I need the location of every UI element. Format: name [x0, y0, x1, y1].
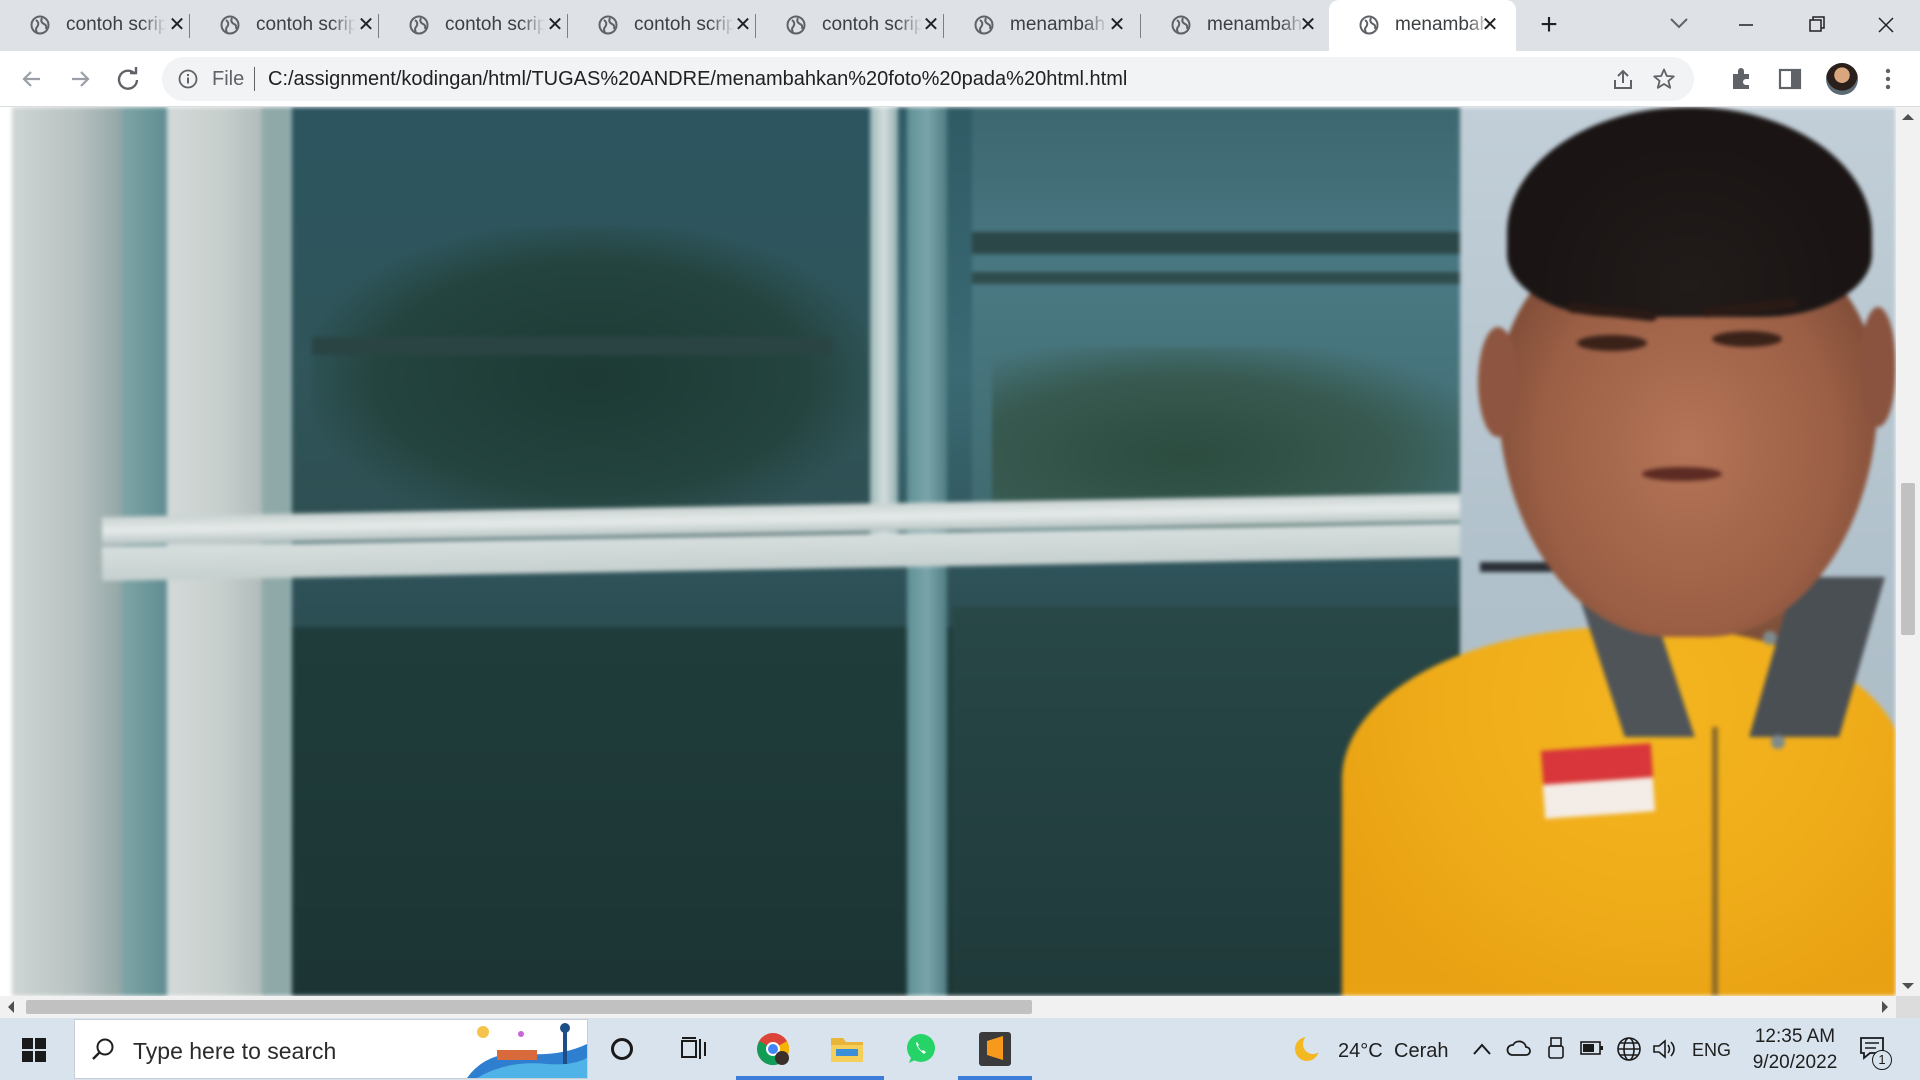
battery-icon[interactable] — [1580, 1040, 1604, 1056]
tab-6[interactable]: menambah ✕ — [944, 0, 1141, 51]
tab-title: menambah — [1010, 14, 1106, 35]
scroll-right-arrow-icon[interactable] — [1882, 1001, 1888, 1013]
globe-icon — [409, 15, 429, 35]
clock-time[interactable]: 12:35 AM — [1750, 1026, 1840, 1048]
close-icon[interactable]: ✕ — [1108, 15, 1126, 35]
globe-icon — [598, 15, 618, 35]
globe-icon — [220, 15, 240, 35]
browser-toolbar: File C:/assignment/kodingan/html/TUGAS%2… — [0, 51, 1920, 107]
displayed-photo — [12, 107, 1896, 996]
back-arrow-icon[interactable] — [16, 63, 48, 95]
search-placeholder: Type here to search — [133, 1038, 337, 1064]
globe-icon — [30, 15, 50, 35]
tab-title: contoh scrip — [66, 14, 166, 35]
tab-2[interactable]: contoh scrip ✕ — [190, 0, 379, 51]
close-icon[interactable]: ✕ — [1299, 15, 1317, 35]
cortana-circle-icon[interactable] — [609, 1036, 635, 1062]
profile-avatar[interactable] — [1826, 63, 1858, 95]
globe-icon — [974, 15, 994, 35]
scheme-label: File — [212, 68, 245, 90]
scrollbar-corner — [1896, 996, 1920, 1018]
sublime-text-taskbar-button[interactable] — [958, 1018, 1032, 1080]
weather-condition[interactable]: Cerah — [1394, 1040, 1448, 1063]
sublime-text-icon — [979, 1032, 1011, 1066]
tab-strip: contoh scrip ✕ contoh scrip ✕ contoh scr… — [0, 0, 1920, 51]
chrome-taskbar-button[interactable] — [736, 1018, 810, 1080]
chevron-down-icon[interactable] — [1668, 12, 1690, 34]
globe-icon — [786, 15, 806, 35]
bookmark-star-icon[interactable] — [1652, 67, 1676, 91]
close-window-icon[interactable] — [1866, 10, 1906, 40]
restore-icon[interactable] — [1796, 10, 1836, 40]
url-text[interactable]: C:/assignment/kodingan/html/TUGAS%20ANDR… — [268, 68, 1127, 91]
tab-title: contoh scrip — [822, 14, 922, 35]
search-icon — [92, 1038, 114, 1060]
more-menu-icon[interactable] — [1874, 65, 1902, 93]
close-icon[interactable]: ✕ — [1481, 15, 1499, 35]
scroll-left-arrow-icon[interactable] — [8, 1001, 14, 1013]
active-indicator — [958, 1076, 1032, 1080]
extensions-puzzle-icon[interactable] — [1728, 65, 1756, 93]
tab-title: contoh scrip — [445, 14, 545, 35]
tab-title: menambah — [1207, 14, 1303, 35]
share-icon[interactable] — [1611, 68, 1635, 92]
task-view-icon[interactable] — [680, 1036, 708, 1062]
chrome-icon — [757, 1033, 790, 1066]
tab-4[interactable]: contoh scrip ✕ — [568, 0, 756, 51]
tab-title: contoh scrip — [256, 14, 356, 35]
onedrive-cloud-icon[interactable] — [1506, 1038, 1532, 1058]
usb-device-icon[interactable] — [1546, 1036, 1566, 1060]
close-icon[interactable]: ✕ — [357, 15, 375, 35]
chevron-up-icon[interactable] — [1472, 1042, 1492, 1056]
clock-date[interactable]: 9/20/2022 — [1742, 1052, 1848, 1074]
folder-icon — [831, 1038, 863, 1062]
active-indicator — [810, 1076, 884, 1080]
whatsapp-icon — [907, 1034, 935, 1063]
reload-icon[interactable] — [112, 63, 144, 95]
close-icon[interactable]: ✕ — [922, 15, 940, 35]
globe-icon — [1359, 15, 1379, 35]
weather-temperature[interactable]: 24°C — [1338, 1040, 1383, 1063]
page-viewport — [0, 107, 1920, 996]
volume-speaker-icon[interactable] — [1652, 1037, 1678, 1061]
tab-1[interactable]: contoh scrip ✕ — [0, 0, 190, 51]
windows-taskbar: Type here to search 24°C Cerah ENG 12:35… — [0, 1018, 1920, 1080]
whatsapp-taskbar-button[interactable] — [884, 1018, 958, 1080]
horizontal-scrollbar[interactable] — [0, 996, 1896, 1018]
minimize-icon[interactable] — [1726, 10, 1766, 40]
close-icon[interactable]: ✕ — [546, 15, 564, 35]
vertical-scroll-thumb[interactable] — [1901, 483, 1915, 635]
search-highlight-illustration — [467, 1023, 587, 1078]
vertical-scrollbar[interactable] — [1896, 107, 1920, 996]
network-globe-icon[interactable] — [1616, 1036, 1642, 1062]
globe-icon — [1171, 15, 1191, 35]
file-explorer-taskbar-button[interactable] — [810, 1018, 884, 1080]
tab-title: contoh scrip — [634, 14, 734, 35]
notification-count-badge[interactable]: 1 — [1872, 1050, 1892, 1070]
tab-5[interactable]: contoh scrip ✕ — [756, 0, 944, 51]
close-icon[interactable]: ✕ — [734, 15, 752, 35]
active-indicator — [736, 1076, 810, 1080]
side-panel-icon[interactable] — [1776, 65, 1804, 93]
tab-3[interactable]: contoh scrip ✕ — [379, 0, 568, 51]
omnibox-separator — [254, 67, 255, 91]
scroll-down-arrow-icon[interactable] — [1902, 983, 1914, 989]
scroll-up-arrow-icon[interactable] — [1902, 114, 1914, 120]
address-bar[interactable]: File C:/assignment/kodingan/html/TUGAS%2… — [162, 57, 1694, 101]
windows-start-icon[interactable] — [22, 1038, 46, 1062]
tab-7[interactable]: menambah ✕ — [1141, 0, 1329, 51]
weather-moon-icon[interactable] — [1292, 1034, 1322, 1064]
taskbar-search-box[interactable]: Type here to search — [74, 1019, 588, 1079]
forward-arrow-icon[interactable] — [64, 63, 96, 95]
info-icon[interactable] — [178, 69, 198, 89]
close-icon[interactable]: ✕ — [168, 15, 186, 35]
new-tab-button[interactable]: + — [1534, 10, 1564, 40]
tab-title: menambah — [1395, 14, 1491, 35]
input-language[interactable]: ENG — [1692, 1040, 1731, 1061]
tab-8-active[interactable]: menambah ✕ — [1329, 0, 1516, 51]
horizontal-scroll-thumb[interactable] — [26, 1000, 1032, 1014]
